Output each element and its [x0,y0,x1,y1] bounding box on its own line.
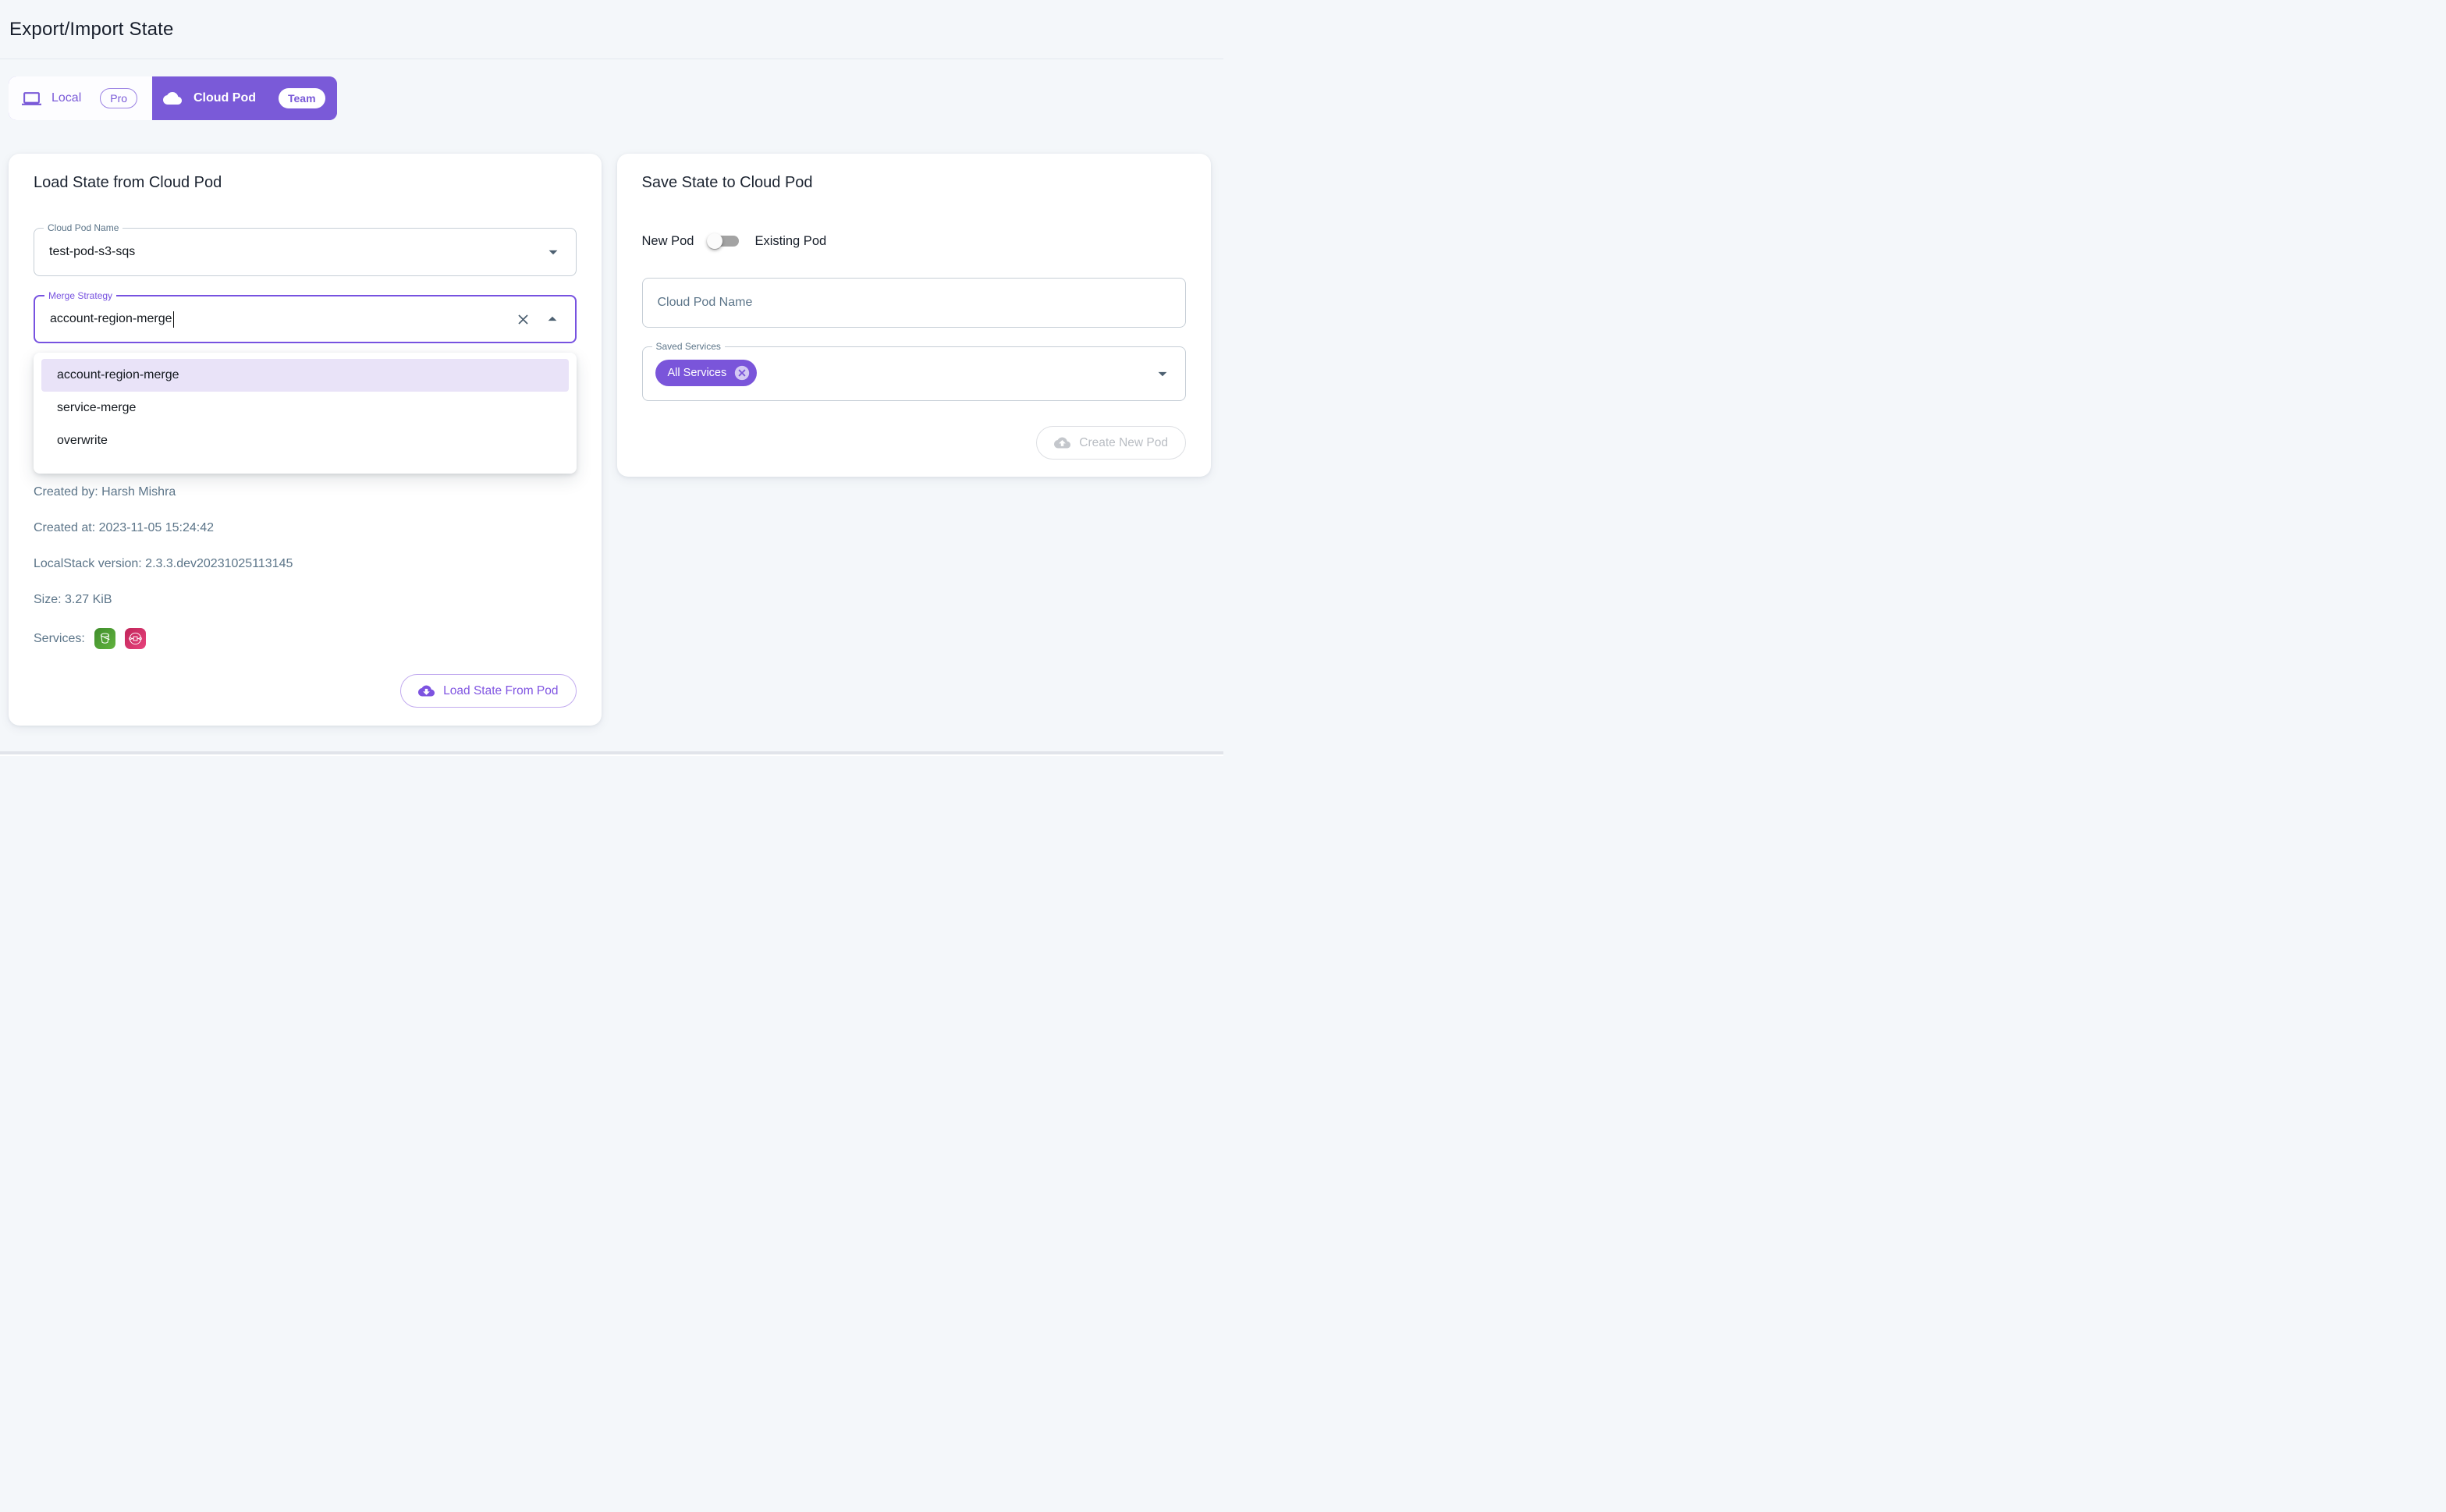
cloud-download-icon [418,683,435,699]
pod-name-value: test-pod-s3-sqs [49,245,135,259]
services-label: Services: [34,632,85,646]
mode-tab-group: Local Pro Cloud Pod Team [9,76,337,120]
pod-metadata: Created by: Harsh Mishra Created at: 202… [34,483,577,609]
existing-pod-label: Existing Pod [754,234,826,249]
load-state-button-label: Load State From Pod [443,684,558,698]
saved-services-field[interactable]: Saved Services All Services [642,346,1187,401]
text-caret [173,311,175,328]
new-pod-label: New Pod [642,234,694,249]
load-card-title: Load State from Cloud Pod [34,174,577,192]
page-title: Export/Import State [9,19,174,41]
chip-label: All Services [668,367,727,379]
tab-local[interactable]: Local Pro [9,76,152,120]
bottom-edge [0,754,1223,756]
dropdown-arrow-icon[interactable] [541,240,565,264]
merge-options-listbox: account-region-merge service-merge overw… [34,353,577,474]
cloud-upload-icon [1054,435,1070,451]
sqs-service-icon [125,628,146,649]
team-badge: Team [279,88,325,109]
all-services-chip[interactable]: All Services [655,360,758,386]
clear-icon[interactable] [513,310,533,329]
load-state-card: Load State from Cloud Pod Cloud Pod Name… [9,154,602,726]
metadata-created-at: Created at: 2023-11-05 15:24:42 [34,519,577,538]
create-pod-button-label: Create New Pod [1079,436,1168,450]
metadata-size: Size: 3.27 KiB [34,591,577,609]
saved-services-label: Saved Services [652,341,725,352]
laptop-icon [22,89,41,108]
pod-mode-toggle-row: New Pod Existing Pod [642,226,1187,256]
page-header: Export/Import State [0,0,1223,59]
merge-option-service-merge[interactable]: service-merge [41,392,569,424]
pod-name-select[interactable]: Cloud Pod Name test-pod-s3-sqs [34,228,577,276]
services-row: Services: [34,628,577,649]
cloud-pod-name-input[interactable] [642,278,1187,328]
tab-cloud-pod-label: Cloud Pod [193,91,256,105]
chip-delete-icon[interactable] [732,363,752,383]
load-state-button[interactable]: Load State From Pod [400,674,576,708]
save-state-card: Save State to Cloud Pod New Pod Existing… [617,154,1212,477]
merge-strategy-label: Merge Strategy [44,290,116,301]
metadata-created-by: Created by: Harsh Mishra [34,483,577,502]
switch-thumb [707,233,722,249]
merge-strategy-combobox[interactable]: Merge Strategy account-region-merge [34,295,577,343]
export-import-state-page: Export/Import State Local Pro Cloud Pod … [0,0,1223,756]
metadata-localstack-version: LocalStack version: 2.3.3.dev20231025113… [34,555,577,573]
merge-strategy-value: account-region-merge [50,312,172,326]
pro-badge: Pro [100,88,137,109]
merge-option-account-region-merge[interactable]: account-region-merge [41,359,569,392]
tab-local-label: Local [51,91,81,105]
tab-cloud-pod[interactable]: Cloud Pod Team [152,76,337,120]
pod-mode-switch[interactable] [707,231,741,251]
merge-option-overwrite[interactable]: overwrite [41,424,569,457]
cloud-icon [163,89,182,108]
pod-name-label: Cloud Pod Name [44,222,122,233]
saved-services-dropdown-icon[interactable] [1151,362,1174,385]
dropdown-arrow-up-icon[interactable] [541,307,564,331]
save-card-title: Save State to Cloud Pod [642,174,1187,192]
s3-service-icon [94,628,115,649]
create-pod-button[interactable]: Create New Pod [1036,426,1186,460]
